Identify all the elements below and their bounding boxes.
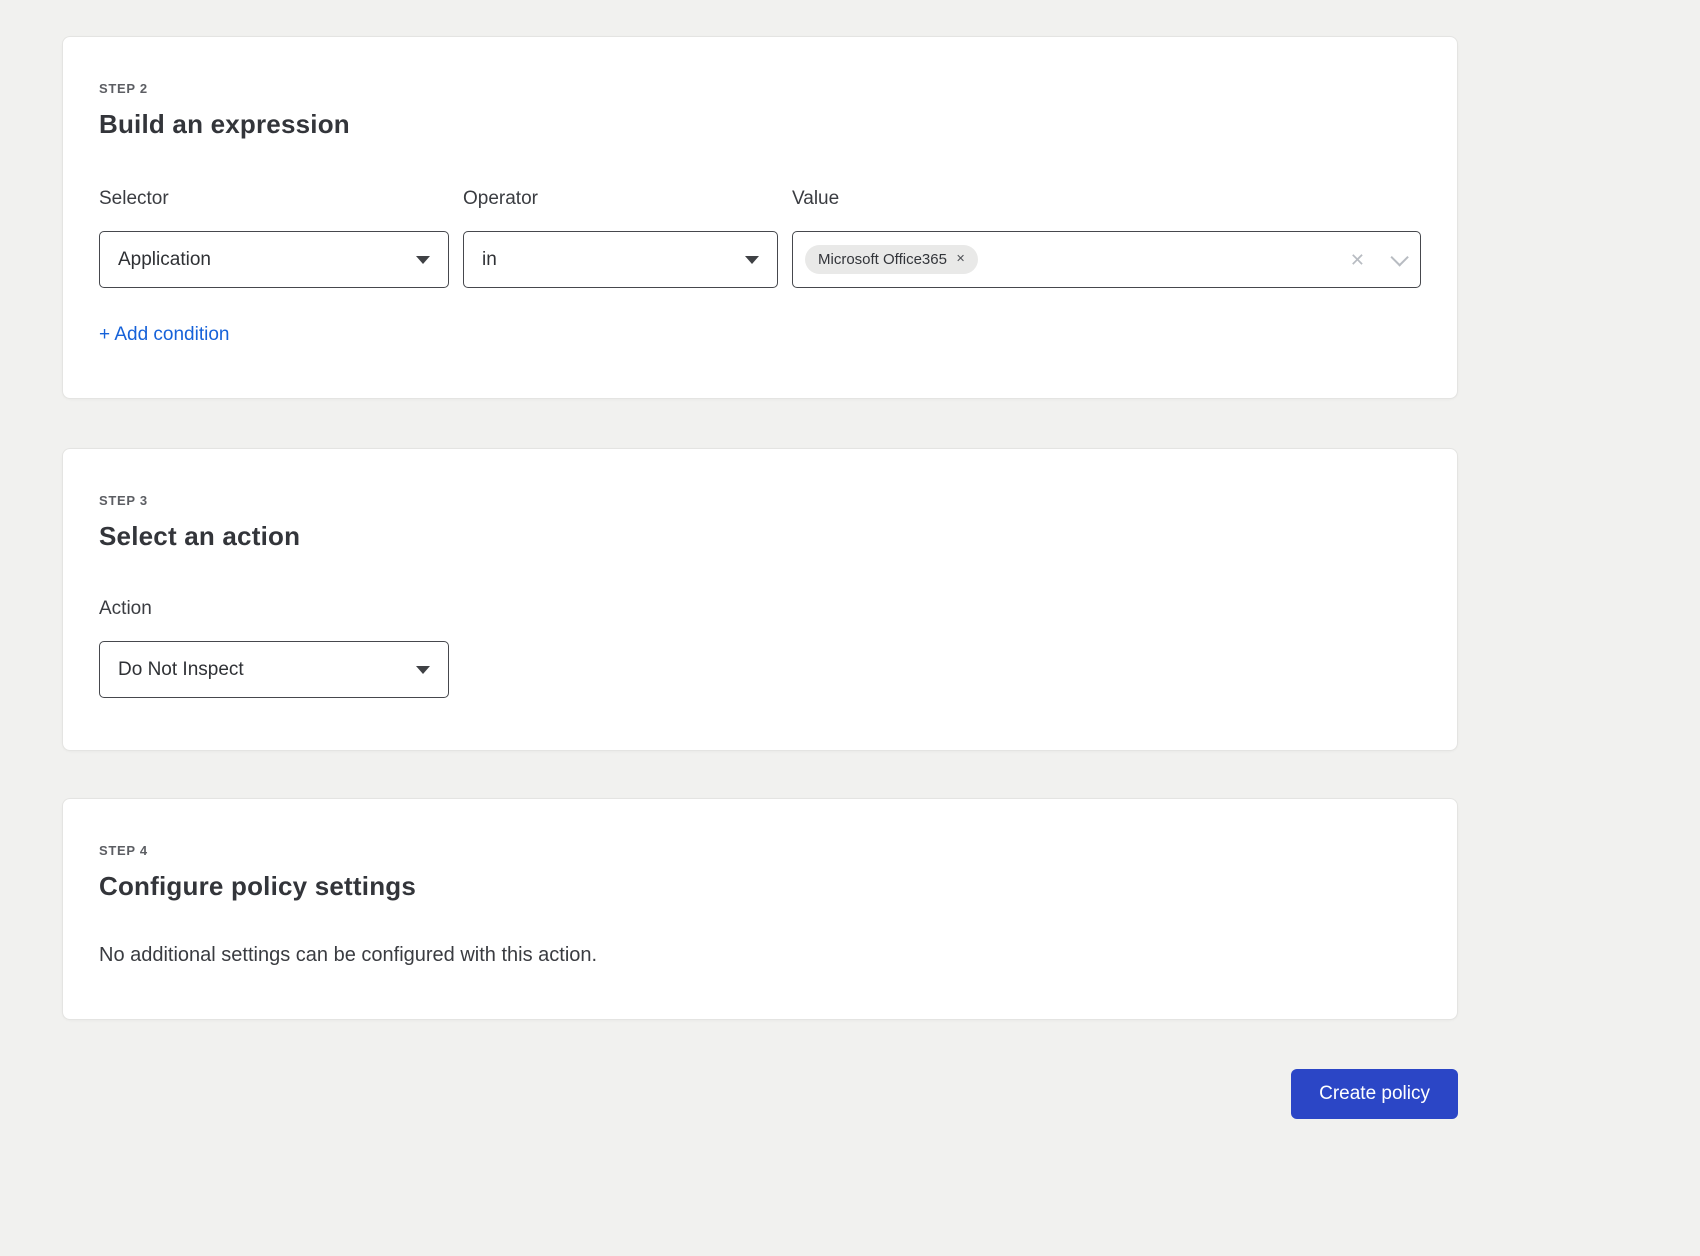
operator-field-group: Operator in bbox=[463, 188, 778, 288]
create-policy-button[interactable]: Create policy bbox=[1291, 1069, 1458, 1119]
policy-builder-page: STEP 2 Build an expression Selector Appl… bbox=[62, 0, 1458, 1199]
footer-actions: Create policy bbox=[62, 1069, 1458, 1199]
action-label: Action bbox=[99, 598, 1421, 620]
remove-tag-icon[interactable]: ✕ bbox=[956, 254, 965, 265]
expression-row: Selector Application Operator in Value bbox=[99, 188, 1421, 288]
step2-card: STEP 2 Build an expression Selector Appl… bbox=[62, 36, 1458, 399]
add-condition-link[interactable]: + Add condition bbox=[99, 324, 229, 346]
operator-dropdown-value: in bbox=[482, 249, 497, 271]
step4-card: STEP 4 Configure policy settings No addi… bbox=[62, 798, 1458, 1020]
value-label: Value bbox=[792, 188, 1421, 210]
action-dropdown[interactable]: Do Not Inspect bbox=[99, 641, 449, 698]
value-tag-label: Microsoft Office365 bbox=[818, 251, 947, 268]
step4-title: Configure policy settings bbox=[99, 871, 1421, 902]
value-tag-list: Microsoft Office365 ✕ bbox=[805, 245, 1350, 274]
selector-dropdown-value: Application bbox=[118, 249, 211, 271]
value-multiselect[interactable]: Microsoft Office365 ✕ ✕ bbox=[792, 231, 1421, 288]
value-controls: ✕ bbox=[1350, 251, 1404, 269]
step2-title: Build an expression bbox=[99, 109, 1421, 140]
step3-card: STEP 3 Select an action Action Do Not In… bbox=[62, 448, 1458, 751]
value-field-group: Value Microsoft Office365 ✕ ✕ bbox=[792, 188, 1421, 288]
selector-dropdown[interactable]: Application bbox=[99, 231, 449, 288]
step3-title: Select an action bbox=[99, 521, 1421, 552]
operator-dropdown[interactable]: in bbox=[463, 231, 778, 288]
action-field-group: Action Do Not Inspect bbox=[99, 598, 1421, 698]
value-tag: Microsoft Office365 ✕ bbox=[805, 245, 978, 274]
caret-down-icon bbox=[416, 256, 430, 264]
clear-selection-icon[interactable]: ✕ bbox=[1350, 251, 1365, 269]
chevron-down-icon[interactable] bbox=[1390, 248, 1408, 266]
operator-label: Operator bbox=[463, 188, 778, 210]
step3-label: STEP 3 bbox=[99, 493, 1421, 508]
caret-down-icon bbox=[745, 256, 759, 264]
action-dropdown-value: Do Not Inspect bbox=[118, 659, 244, 681]
selector-label: Selector bbox=[99, 188, 449, 210]
step2-label: STEP 2 bbox=[99, 81, 1421, 96]
caret-down-icon bbox=[416, 666, 430, 674]
step4-label: STEP 4 bbox=[99, 843, 1421, 858]
selector-field-group: Selector Application bbox=[99, 188, 449, 288]
settings-note: No additional settings can be configured… bbox=[99, 944, 1421, 967]
